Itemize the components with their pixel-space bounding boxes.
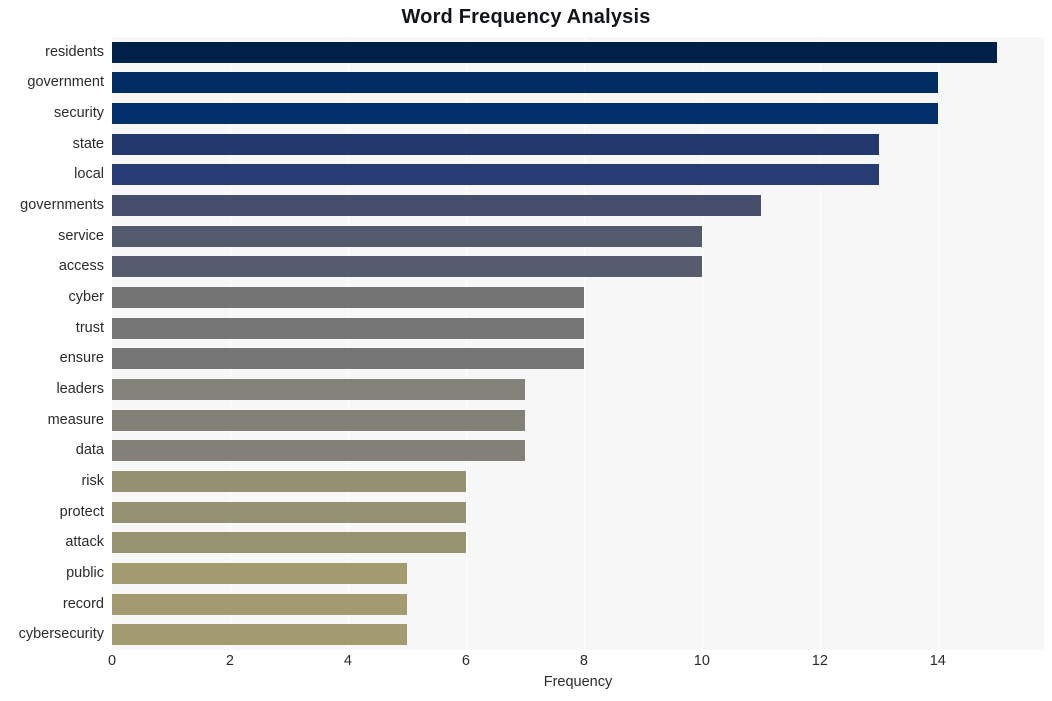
y-axis-tick-label: data bbox=[75, 442, 104, 459]
y-axis-tick-label: public bbox=[66, 564, 104, 581]
bar bbox=[112, 378, 525, 400]
y-axis-tick-labels: residents government security state local gov… bbox=[0, 37, 104, 650]
x-axis-tick-label: 8 bbox=[579, 653, 588, 669]
bar bbox=[112, 440, 525, 462]
y-axis-tick-label: residents bbox=[45, 43, 104, 60]
bar bbox=[112, 287, 584, 309]
word-frequency-chart-figure: Word Frequency Analysis residents governm… bbox=[0, 0, 1052, 701]
x-axis-title: Frequency bbox=[543, 674, 613, 690]
bar bbox=[112, 41, 997, 63]
y-axis-tick-label: governments bbox=[20, 197, 104, 214]
bar bbox=[112, 133, 879, 155]
bar bbox=[112, 348, 584, 370]
y-axis-tick-label: trust bbox=[75, 319, 104, 336]
bar bbox=[112, 72, 938, 94]
x-axis-tick-label: 14 bbox=[929, 653, 946, 669]
bar bbox=[112, 470, 466, 492]
y-axis-tick-label: measure bbox=[47, 411, 104, 428]
y-axis-tick-label: access bbox=[58, 258, 104, 275]
bar bbox=[112, 256, 702, 278]
page-title: Word Frequency Analysis bbox=[401, 6, 651, 28]
y-axis-tick-label: state bbox=[72, 135, 104, 152]
y-axis-tick-label: risk bbox=[81, 472, 104, 489]
y-axis-tick-label: security bbox=[54, 105, 104, 122]
y-axis-tick-label: attack bbox=[65, 534, 104, 551]
bar bbox=[112, 103, 938, 125]
bar bbox=[112, 409, 525, 431]
y-axis-tick-label: protect bbox=[59, 503, 104, 520]
x-axis-tick-label: 12 bbox=[811, 653, 828, 669]
y-axis-tick-label: service bbox=[58, 227, 104, 244]
bar bbox=[112, 532, 466, 554]
x-axis-tick-label: 6 bbox=[461, 653, 470, 669]
y-axis-tick-label: ensure bbox=[59, 350, 104, 367]
y-axis-tick-label: leaders bbox=[56, 380, 104, 397]
bar bbox=[112, 593, 407, 615]
y-axis-tick-label: record bbox=[62, 595, 104, 612]
plot-area bbox=[112, 37, 1044, 650]
x-axis-tick-label: 2 bbox=[225, 653, 235, 669]
y-axis-tick-label: government bbox=[27, 74, 104, 91]
bar bbox=[112, 624, 407, 646]
x-axis-tick-label: 10 bbox=[693, 653, 710, 669]
bar bbox=[112, 225, 702, 247]
bar bbox=[112, 164, 879, 186]
bar bbox=[112, 317, 584, 339]
bar bbox=[112, 501, 466, 523]
y-axis-tick-label: local bbox=[74, 166, 104, 183]
bar bbox=[112, 195, 761, 217]
x-axis-tick-labels: 0 2 4 6 8 10 12 14 bbox=[108, 650, 1044, 676]
x-axis-tick-label: 0 bbox=[107, 653, 117, 669]
bar bbox=[112, 562, 407, 584]
x-axis-tick-label: 4 bbox=[343, 653, 352, 669]
bars-layer bbox=[112, 37, 1044, 650]
y-axis-tick-label: cyber bbox=[68, 289, 104, 306]
y-axis-tick-label: cybersecurity bbox=[18, 626, 104, 643]
